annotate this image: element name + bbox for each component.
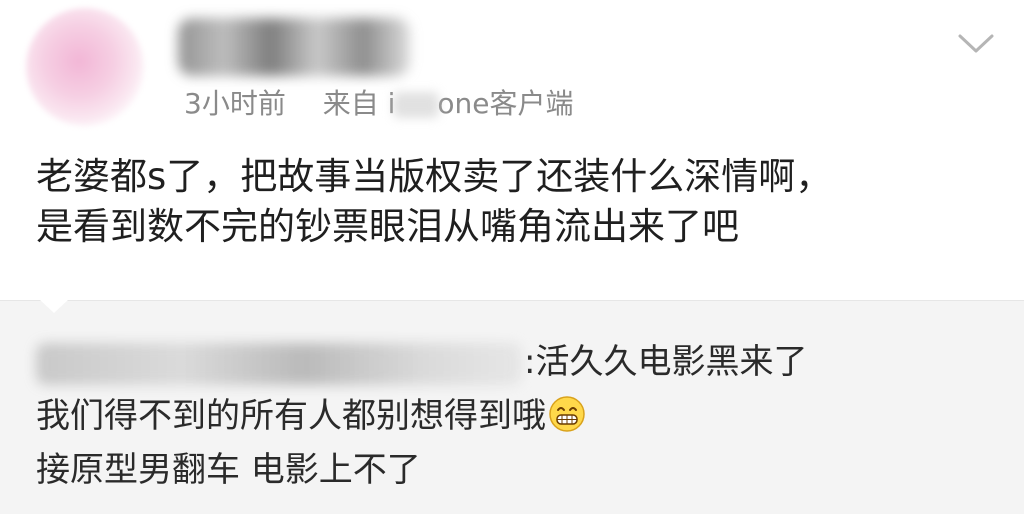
comment-line-3: 接原型男翻车 电影上不了 — [36, 450, 421, 490]
post-content-line: 老婆都s了，把故事当版权卖了还装什么深情啊， — [36, 155, 833, 198]
avatar[interactable] — [26, 8, 144, 126]
post-time: 3小时前 — [184, 87, 286, 120]
comment-line-1: :活久久电影黑来了 — [36, 335, 996, 389]
post-meta: 3小时前 来自 i one客户端 — [184, 84, 574, 124]
weibo-post-screen: 3小时前 来自 i one客户端 老婆都s了，把故事当版权卖了还装什么深情啊， 是… — [0, 0, 1024, 514]
comment-line-1-text: :活久久电影黑来了 — [524, 342, 808, 382]
post-content-line: 是看到数不完的钞票眼泪从嘴角流出来了吧 — [36, 205, 739, 248]
comment-item[interactable]: :活久久电影黑来了 我们得不到的所有人都别想得到哦 接原型男翻车 电影上不了 — [36, 335, 996, 497]
commenter-name-redacted[interactable] — [36, 342, 522, 385]
comment-box: :活久久电影黑来了 我们得不到的所有人都别想得到哦 接原型男翻车 电影上不了 — [0, 300, 1024, 514]
source-redacted — [393, 92, 440, 118]
grinning-face-icon — [548, 395, 586, 433]
post-source-prefix: 来自 i — [322, 87, 396, 120]
comment-line-2: 我们得不到的所有人都别想得到哦 — [36, 389, 996, 443]
chevron-down-icon[interactable] — [952, 24, 1000, 64]
post-content: 老婆都s了，把故事当版权卖了还装什么深情啊， 是看到数不完的钞票眼泪从嘴角流出来… — [36, 152, 996, 252]
username-redacted[interactable] — [178, 18, 410, 76]
comment-box-pointer — [40, 300, 68, 313]
post-source-suffix: one客户端 — [437, 87, 574, 120]
comment-line-2-text: 我们得不到的所有人都别想得到哦 — [36, 396, 546, 436]
post-card: 3小时前 来自 i one客户端 老婆都s了，把故事当版权卖了还装什么深情啊， 是… — [0, 0, 1024, 300]
